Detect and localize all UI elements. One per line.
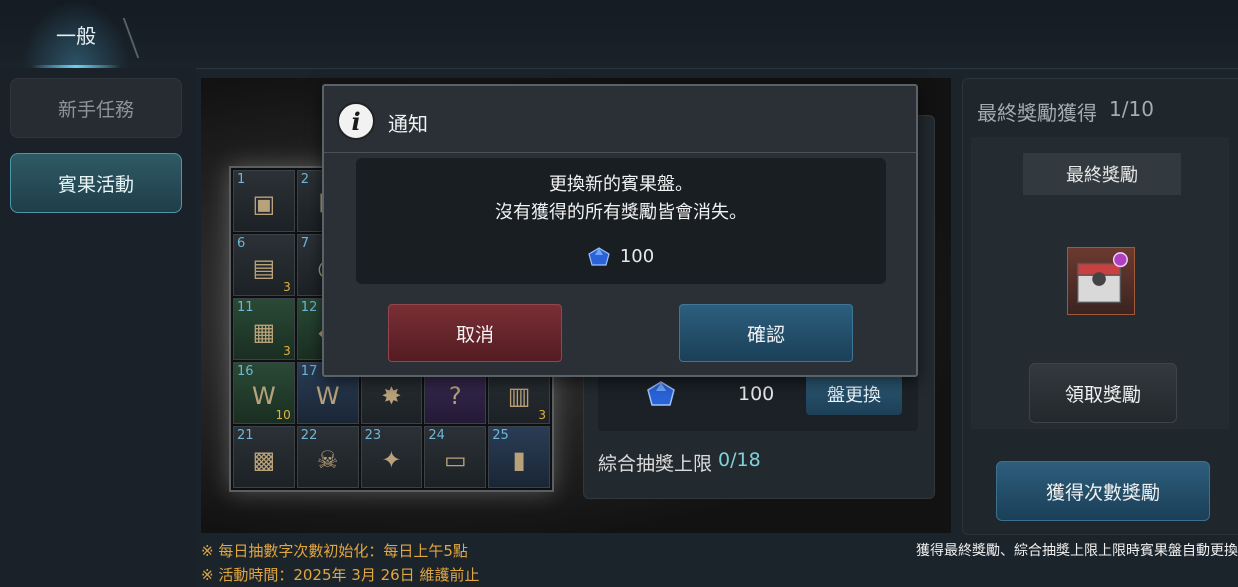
final-reward-header: 最終獎勵: [1023, 153, 1181, 195]
dialog-message-line1: 更換新的賓果盤。: [549, 174, 693, 195]
bingo-cell[interactable]: ▤ 6 3: [233, 234, 295, 296]
bingo-cell[interactable]: ▣ 1: [233, 170, 295, 232]
info-icon: i: [337, 102, 375, 140]
bingo-cell-number: 23: [364, 428, 382, 443]
note-event-period: ※ 活動時間：2025年 3月 26日 維護前止: [201, 566, 480, 584]
bingo-cell-number: 25: [492, 428, 509, 443]
board-reset-button[interactable]: 盤更換: [806, 373, 902, 415]
bingo-cell-count: 10: [275, 408, 291, 422]
dialog-header: i 通知: [324, 86, 916, 153]
bingo-cell[interactable]: ☠ 22: [296, 426, 359, 488]
count-reward-button[interactable]: 獲得次數獎勵: [996, 461, 1210, 521]
nav-beginner-quests[interactable]: 新手任務: [10, 78, 182, 138]
bingo-item-icon: ▩: [252, 446, 276, 474]
final-reward-title: 最終獎勵獲得 1/10: [977, 97, 1154, 126]
bingo-item-icon: ▭: [443, 446, 467, 474]
bingo-item-icon: ?: [448, 382, 462, 410]
notification-dialog: i 通知 更換新的賓果盤。 沒有獲得的所有獎勵皆會消失。 100 取消 確認: [322, 84, 918, 377]
bingo-cell[interactable]: ▩ 21: [233, 426, 295, 488]
bingo-cell-number: 12: [300, 300, 318, 315]
bingo-cell[interactable]: ▮ 25: [488, 426, 550, 488]
cancel-button[interactable]: 取消: [388, 304, 562, 362]
tab-general[interactable]: 一般: [22, 0, 130, 68]
bingo-cell-number: 2: [300, 172, 310, 187]
bingo-item-icon: ▦: [252, 318, 276, 346]
draw-limit: 綜合抽獎上限 0/18: [598, 449, 761, 476]
note-daily-reset: ※ 每日抽數字次數初始化：每日上午5點: [201, 542, 468, 560]
bingo-cell[interactable]: ▭ 24: [424, 426, 487, 488]
bingo-cell-number: 22: [300, 428, 318, 443]
final-reward-box: 最終獎勵 領取獎勵: [971, 137, 1229, 429]
final-reward-progress: 1/10: [1109, 97, 1154, 121]
bingo-item-icon: ✸: [381, 382, 402, 410]
bingo-item-icon: ▣: [252, 190, 276, 218]
bingo-cell-number: 21: [237, 428, 254, 443]
note-auto-reset: 獲得最終獎勵、綜合抽獎上限上限時賓果盤自動更換: [916, 543, 1238, 559]
final-reward-title-text: 最終獎勵獲得: [977, 101, 1097, 125]
bingo-cell-count: 3: [538, 408, 546, 422]
bingo-cell-count: 3: [283, 344, 291, 358]
bingo-cell-number: 11: [237, 300, 254, 315]
bingo-cell-number: 7: [300, 236, 310, 251]
bingo-cell-number: 1: [237, 172, 246, 187]
bingo-cell[interactable]: ✦ 23: [360, 426, 423, 488]
reward-chest-icon: [1067, 247, 1135, 315]
bingo-item-icon: W: [252, 382, 276, 410]
bingo-cell[interactable]: ▦ 11 3: [233, 298, 295, 360]
bingo-cell-number: 6: [237, 236, 246, 251]
bingo-item-icon: ☠: [316, 446, 339, 474]
bingo-cell-count: 3: [283, 280, 291, 294]
dialog-message-line2: 沒有獲得的所有獎勵皆會消失。: [495, 202, 747, 223]
bingo-cell-number: 17: [300, 364, 318, 379]
bingo-item-icon: ▤: [252, 254, 276, 282]
draw-limit-label: 綜合抽獎上限: [598, 453, 713, 475]
final-reward-panel: 最終獎勵獲得 1/10 最終獎勵 領取獎勵 獲得次數獎勵: [962, 78, 1238, 535]
nav-bingo-event[interactable]: 賓果活動: [10, 153, 182, 213]
blue-gem-icon: [588, 246, 610, 266]
bingo-cell-number: 24: [428, 428, 445, 443]
dialog-cost: 100: [356, 246, 886, 267]
dialog-message-box: 更換新的賓果盤。 沒有獲得的所有獎勵皆會消失。 100: [356, 158, 886, 284]
confirm-button[interactable]: 確認: [679, 304, 853, 362]
bingo-item-icon: ▥: [507, 382, 531, 410]
dialog-title: 通知: [388, 112, 428, 136]
claim-reward-button[interactable]: 領取獎勵: [1029, 363, 1177, 423]
bingo-cell-number: 16: [237, 364, 254, 379]
top-tab-bar: 一般: [0, 0, 1238, 69]
dialog-cost-amount: 100: [619, 246, 655, 267]
bingo-item-icon: ▮: [512, 446, 526, 474]
bingo-item-icon: ✦: [381, 446, 402, 474]
blue-gem-icon: [647, 381, 675, 406]
left-nav: 新手任務 賓果活動: [0, 68, 196, 587]
draw-limit-value: 0/18: [718, 449, 761, 471]
bingo-item-icon: W: [315, 382, 340, 410]
reset-cost: 100: [738, 383, 775, 405]
bingo-cell[interactable]: W 16 10: [233, 362, 295, 424]
